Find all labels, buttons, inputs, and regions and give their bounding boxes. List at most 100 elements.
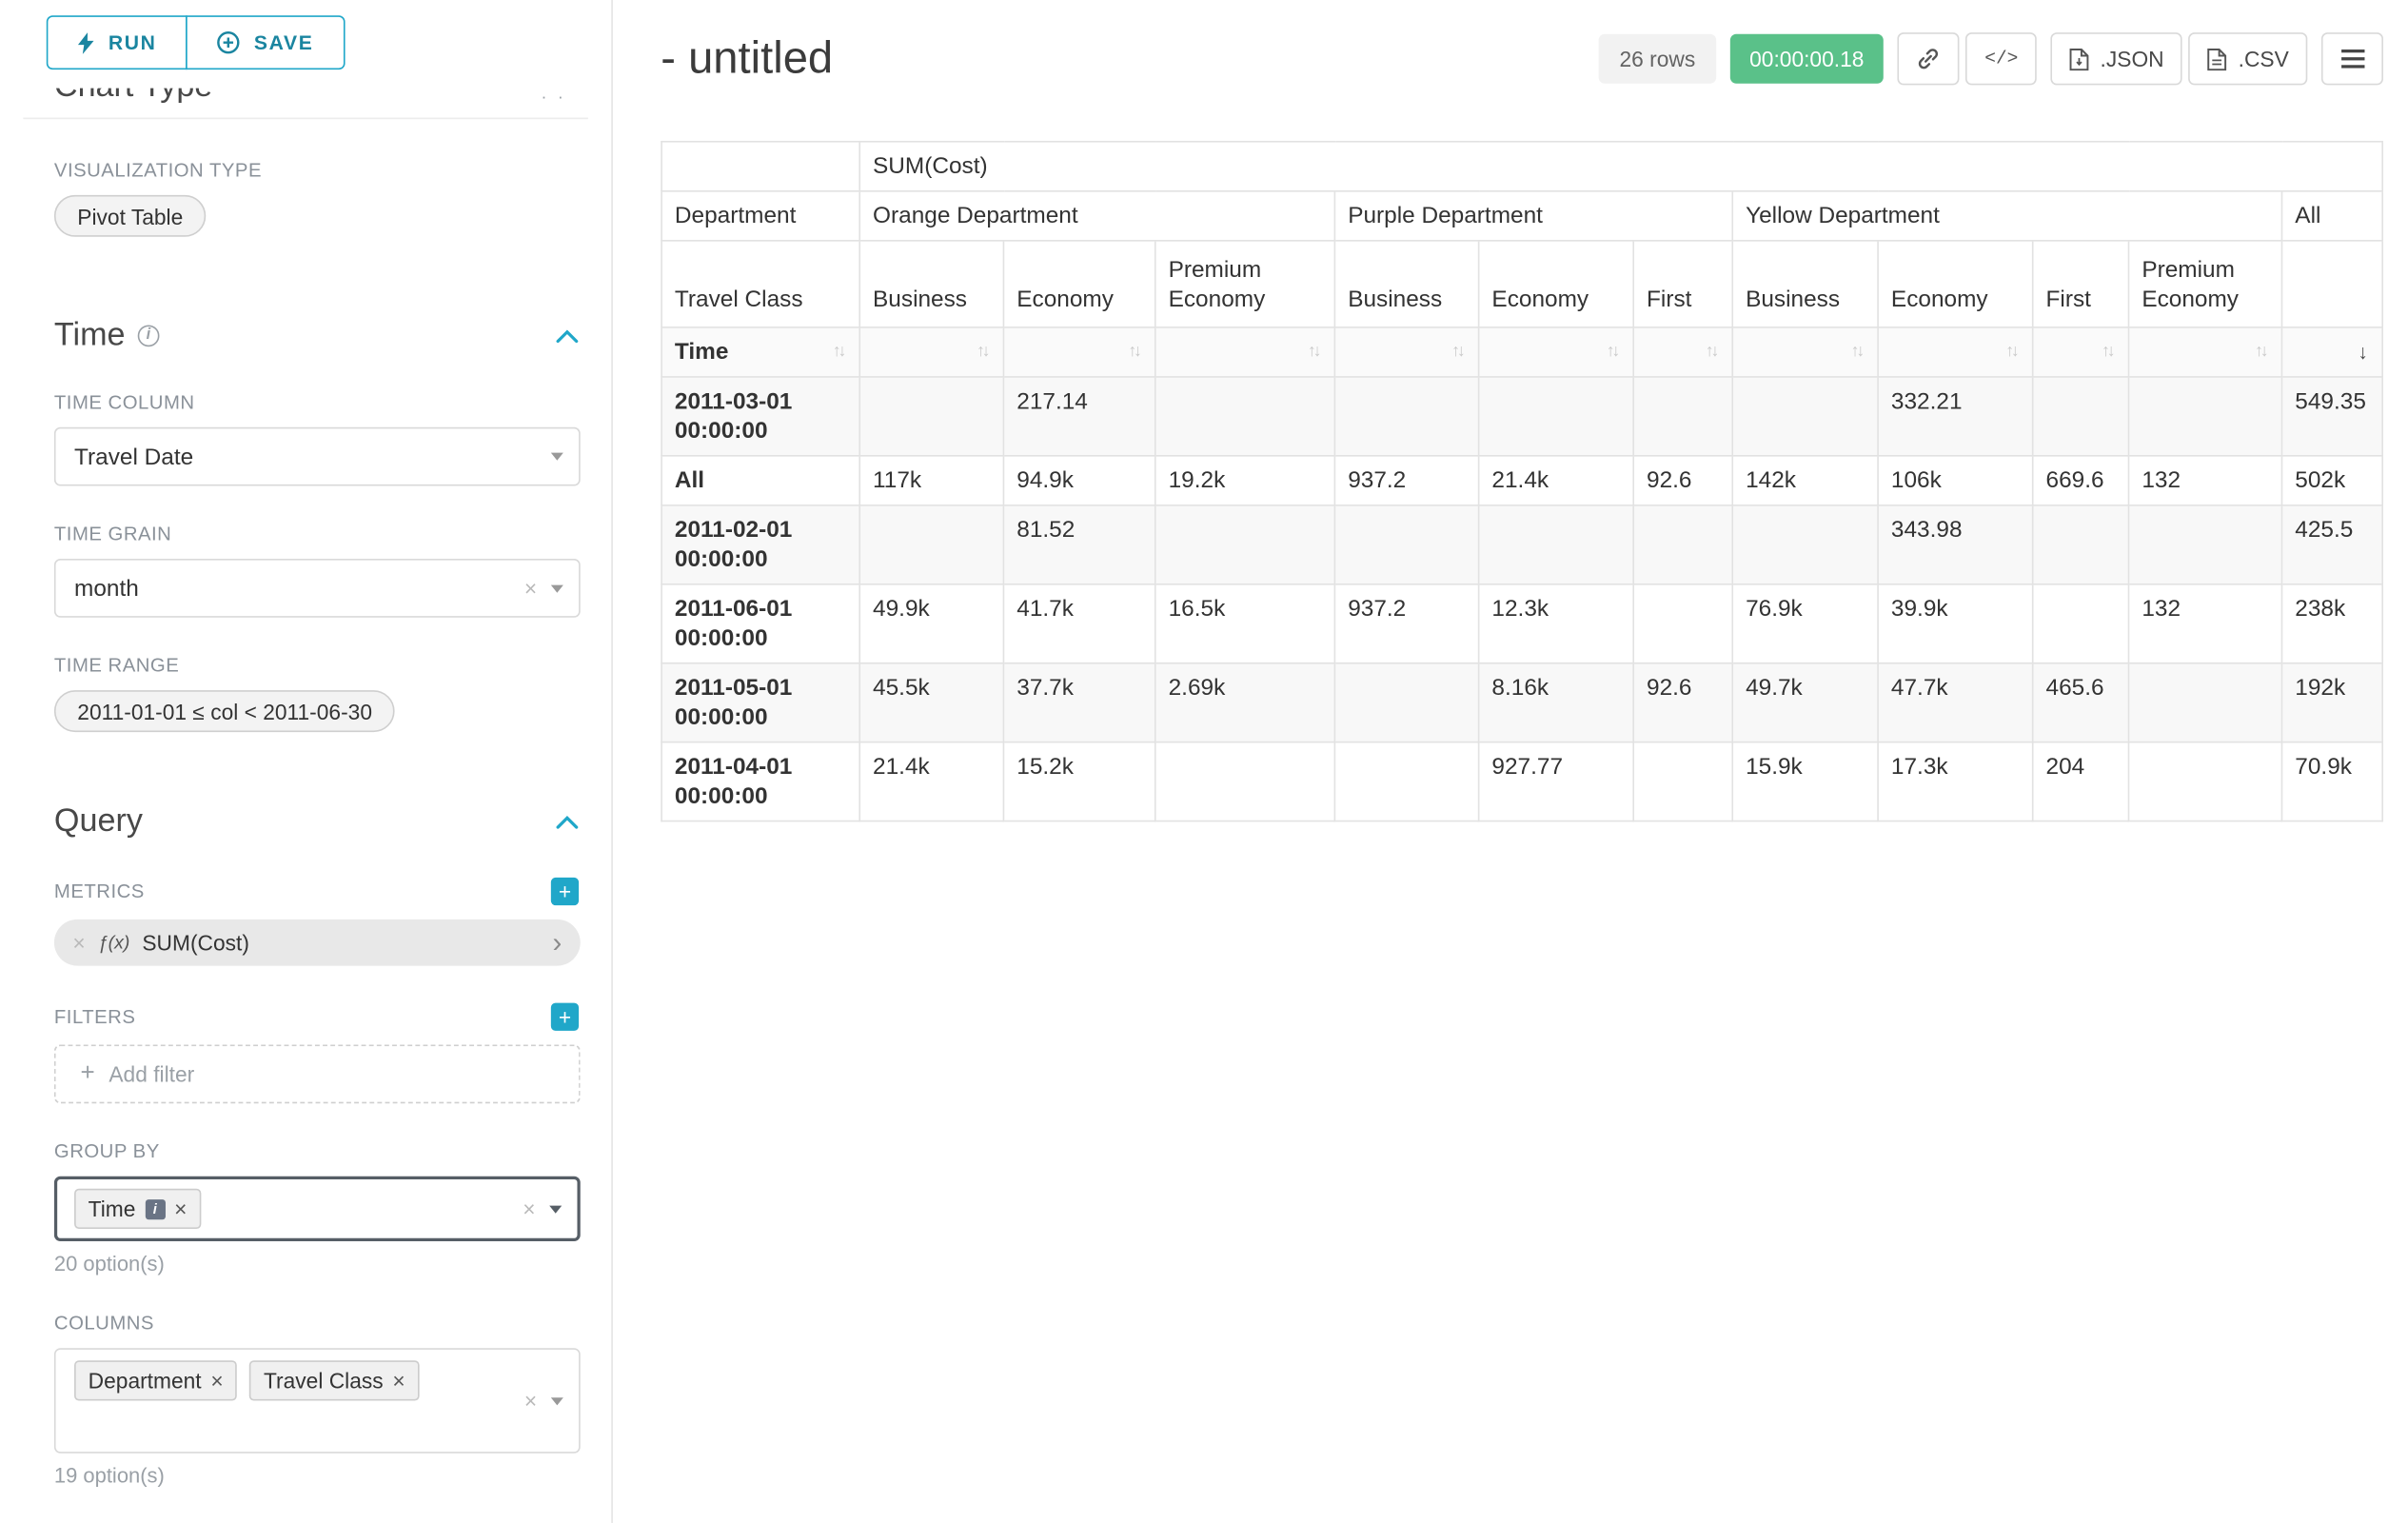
table-row: 2011-02-01 00:00:0081.52343.98425.5 (661, 505, 2382, 584)
group-header: Yellow Department (1732, 191, 2281, 241)
sort-cell: ↑↓ (1155, 327, 1335, 377)
chevron-up-icon[interactable] (556, 815, 579, 829)
travel-class-axis-label: Travel Class (661, 241, 859, 327)
value-cell: 39.9k (1878, 584, 2033, 663)
value-cell (1334, 742, 1478, 821)
sort-icon[interactable]: ↑↓ (1128, 337, 1142, 366)
sort-icon[interactable]: ↑↓ (1308, 337, 1322, 366)
sort-icon[interactable]: ↑↓ (977, 337, 991, 366)
chevron-down-icon[interactable] (549, 1205, 562, 1213)
value-cell: 12.3k (1479, 584, 1634, 663)
chevron-down-icon[interactable] (551, 453, 563, 461)
value-cell: 15.2k (1003, 742, 1155, 821)
superset-explore-page: RUN SAVE Chart Type · · VISUALIZATION TY… (0, 0, 2408, 1523)
value-cell (859, 377, 1003, 456)
value-cell (1633, 377, 1732, 456)
collapse-caret-clipped-icon: · · (541, 89, 566, 108)
visualization-type-chip[interactable]: Pivot Table (54, 195, 207, 237)
add-filter-label: Add filter (109, 1061, 194, 1086)
sort-icon[interactable]: ↑↓ (2102, 337, 2116, 366)
row-label: All (661, 456, 859, 505)
clear-icon[interactable]: × (524, 577, 537, 599)
sort-icon[interactable]: ↑↓ (1607, 337, 1621, 366)
time-axis-label: Time ↑↓ (661, 327, 859, 377)
share-button-cluster: </> (1898, 32, 2037, 85)
add-filter-plus-button[interactable]: + (551, 1003, 579, 1031)
columns-select[interactable]: Department × Travel Class × × (54, 1348, 581, 1454)
column-info-icon: i (145, 1198, 165, 1218)
corner-cell (661, 142, 859, 191)
remove-chip-icon[interactable]: × (210, 1370, 223, 1392)
chart-header: - untitled 26 rows 00:00:00.18 </> .JSON (661, 25, 2383, 93)
remove-chip-icon[interactable]: × (392, 1370, 405, 1392)
embed-code-button[interactable]: </> (1966, 32, 2037, 85)
time-range-chip[interactable]: 2011-01-01 ≤ col < 2011-06-30 (54, 690, 395, 732)
value-cell: 927.77 (1479, 742, 1634, 821)
value-cell: 343.98 (1878, 505, 2033, 584)
group-header: Orange Department (859, 191, 1334, 241)
group-header: Purple Department (1334, 191, 1732, 241)
export-csv-label: .CSV (2239, 47, 2289, 71)
class-header: First (1633, 241, 1732, 327)
value-cell (2033, 377, 2129, 456)
remove-metric-icon[interactable]: × (72, 932, 85, 954)
columns-chip-label: Travel Class (264, 1368, 384, 1393)
time-grain-select[interactable]: month × (54, 559, 581, 618)
group-by-label: GROUP BY (54, 1140, 579, 1162)
value-cell: 8.16k (1479, 663, 1634, 742)
sort-icon[interactable]: ↑↓ (2005, 337, 2020, 366)
department-axis-label: Department (661, 191, 859, 241)
time-column-label: TIME COLUMN (54, 391, 579, 413)
value-cell: 117k (859, 456, 1003, 505)
metric-header-row: SUM(Cost) (661, 142, 2382, 191)
sort-header-row: Time ↑↓ ↑↓ ↑↓ ↑↓ ↑↓ ↑↓ ↑↓ ↑↓ ↑↓ ↑↓ ↑↓ ↓ (661, 327, 2382, 377)
chart-menu-button[interactable] (2321, 32, 2383, 85)
sort-icon[interactable]: ↑↓ (833, 337, 847, 366)
columns-chip[interactable]: Travel Class × (249, 1360, 419, 1400)
copy-link-button[interactable] (1898, 32, 1960, 85)
chevron-down-icon[interactable] (551, 1396, 563, 1404)
query-timer-badge: 00:00:00.18 (1729, 34, 1885, 84)
sort-cell: ↑↓ (1334, 327, 1478, 377)
sort-icon[interactable]: ↑↓ (1451, 337, 1466, 366)
table-row: 2011-06-01 00:00:0049.9k41.7k16.5k937.21… (661, 584, 2382, 663)
add-metric-button[interactable]: + (551, 878, 579, 905)
value-cell: 49.9k (859, 584, 1003, 663)
export-json-button[interactable]: .JSON (2051, 32, 2183, 85)
row-label: 2011-05-01 00:00:00 (661, 663, 859, 742)
value-cell (2129, 505, 2282, 584)
sort-icon[interactable]: ↑↓ (1706, 337, 1720, 366)
chevron-up-icon[interactable] (556, 329, 579, 344)
value-cell: 19.2k (1155, 456, 1335, 505)
group-by-select[interactable]: Time i × × (54, 1177, 581, 1241)
time-column-select[interactable]: Travel Date (54, 427, 581, 486)
value-cell: 21.4k (859, 742, 1003, 821)
sort-desc-icon[interactable]: ↓ (2358, 337, 2369, 366)
add-filter-box[interactable]: + Add filter (54, 1045, 581, 1104)
save-button-label: SAVE (254, 31, 313, 54)
chevron-right-icon[interactable]: › (552, 929, 562, 957)
class-header: Business (1732, 241, 1878, 327)
run-button[interactable]: RUN (47, 15, 188, 69)
travel-class-header-row: Travel Class Business Economy Premium Ec… (661, 241, 2382, 327)
chevron-down-icon[interactable] (551, 584, 563, 592)
clear-icon[interactable]: × (523, 1197, 535, 1219)
export-csv-button[interactable]: .CSV (2189, 32, 2308, 85)
value-cell (2129, 377, 2282, 456)
columns-chip-label: Department (89, 1368, 202, 1393)
sort-icon[interactable]: ↑↓ (1851, 337, 1865, 366)
value-cell: 41.7k (1003, 584, 1155, 663)
table-row: 2011-03-01 00:00:00217.14332.21549.35 (661, 377, 2382, 456)
remove-chip-icon[interactable]: × (174, 1197, 187, 1219)
time-grain-label: TIME GRAIN (54, 524, 579, 545)
value-cell (859, 505, 1003, 584)
group-by-chip[interactable]: Time i × (74, 1189, 201, 1229)
clear-icon[interactable]: × (524, 1390, 537, 1412)
metric-pill[interactable]: × ƒ(x) SUM(Cost) › (54, 920, 581, 966)
columns-chip[interactable]: Department × (74, 1360, 237, 1400)
metric-header: SUM(Cost) (859, 142, 2382, 191)
sort-cell: ↑↓ (1479, 327, 1634, 377)
value-cell: 502k (2281, 456, 2382, 505)
save-button[interactable]: SAVE (186, 15, 345, 69)
sort-icon[interactable]: ↑↓ (2255, 337, 2269, 366)
